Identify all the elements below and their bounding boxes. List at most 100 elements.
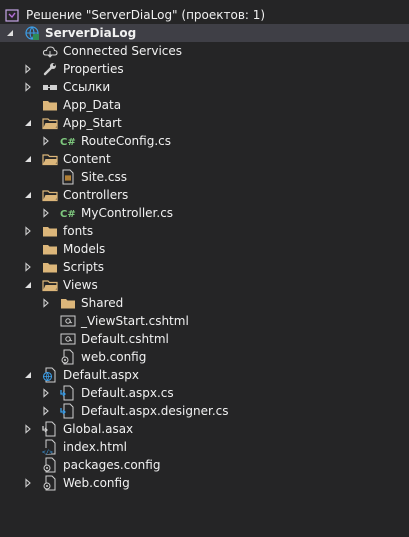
web-project-icon [24,25,40,41]
tree-item-routeconfig[interactable]: C# RouteConfig.cs [0,132,409,150]
node-label: Default.aspx.cs [81,386,174,400]
node-label: Properties [63,62,124,76]
tree-item-solution[interactable]: Решение "ServerDiaLog" (проектов: 1) [0,6,409,24]
references-icon [42,79,58,95]
tree-item-controllers[interactable]: Controllers [0,186,409,204]
tree-item-default-cshtml[interactable]: Default.cshtml [0,330,409,348]
collapsed-chevron-icon[interactable] [39,294,53,312]
project-label: ServerDiaLog [45,26,137,40]
expanded-chevron-icon[interactable] [21,276,35,294]
collapsed-chevron-icon[interactable] [39,384,53,402]
tree-item-app-data[interactable]: App_Data [0,96,409,114]
razor-file-icon [60,331,76,347]
tree-item-viewstart[interactable]: _ViewStart.cshtml [0,312,409,330]
wrench-icon [42,61,58,77]
node-label: App_Start [63,116,122,130]
tree-item-default-aspx-cs[interactable]: Default.aspx.cs [0,384,409,402]
node-label: Default.aspx [63,368,139,382]
svg-text:</>: </> [42,449,53,455]
solution-label: Решение "ServerDiaLog" (проектов: 1) [26,8,266,22]
folder-icon [42,259,58,275]
node-label: Web.config [63,476,130,490]
folder-icon [42,241,58,257]
collapsed-chevron-icon[interactable] [21,60,35,78]
collapsed-chevron-icon[interactable] [21,474,35,492]
node-label: index.html [63,440,127,454]
node-label: Controllers [63,188,129,202]
collapsed-chevron-icon[interactable] [39,132,53,150]
razor-file-icon [60,313,76,329]
tree-item-views-web-config[interactable]: web.config [0,348,409,366]
node-label: Shared [81,296,124,310]
folder-icon [42,277,58,293]
collapsed-chevron-icon[interactable] [21,222,35,240]
cloud-icon [42,43,58,59]
node-label: Ссылки [63,80,111,94]
collapsed-chevron-icon[interactable] [21,258,35,276]
node-label: Site.css [81,170,127,184]
folder-icon [60,295,76,311]
node-label: App_Data [63,98,122,112]
tree-item-references[interactable]: Ссылки [0,78,409,96]
expanded-chevron-icon[interactable] [3,24,17,42]
csharp-file-icon: C# [60,133,76,149]
tree-item-fonts[interactable]: fonts [0,222,409,240]
tree-item-mycontroller[interactable]: C# MyController.cs [0,204,409,222]
tree-item-properties[interactable]: Properties [0,60,409,78]
node-label: Content [63,152,111,166]
expanded-chevron-icon[interactable] [21,114,35,132]
tree-item-packages-config[interactable]: packages.config [0,456,409,474]
config-file-icon [60,349,76,365]
tree-item-site-css[interactable]: Site.css [0,168,409,186]
node-label: packages.config [63,458,161,472]
tree-item-app-start[interactable]: App_Start [0,114,409,132]
code-file-icon [42,421,58,437]
expanded-chevron-icon[interactable] [21,186,35,204]
tree-item-models[interactable]: Models [0,240,409,258]
tree-item-default-aspx-designer[interactable]: Default.aspx.designer.cs [0,402,409,420]
tree-item-views[interactable]: Views [0,276,409,294]
node-label: Scripts [63,260,105,274]
node-label: Default.cshtml [81,332,169,346]
collapsed-chevron-icon[interactable] [21,420,35,438]
tree-item-shared[interactable]: Shared [0,294,409,312]
config-file-icon [42,457,58,473]
css-file-icon [60,169,76,185]
tree-item-project[interactable]: ServerDiaLog [0,24,409,42]
node-label: Views [63,278,98,292]
node-label: Default.aspx.designer.cs [81,404,229,418]
svg-text:C#: C# [60,137,76,148]
html-file-icon: </> [42,439,58,455]
expanded-chevron-icon[interactable] [21,366,35,384]
tree-item-content[interactable]: Content [0,150,409,168]
aspx-file-icon [42,367,58,383]
folder-icon [42,187,58,203]
expanded-chevron-icon[interactable] [21,150,35,168]
solution-icon [4,7,20,23]
folder-icon [42,115,58,131]
csharp-file-icon: C# [60,205,76,221]
collapsed-chevron-icon[interactable] [39,402,53,420]
code-file-icon [60,385,76,401]
config-file-icon [42,475,58,491]
tree-item-global-asax[interactable]: Global.asax [0,420,409,438]
code-file-icon [60,403,76,419]
node-label: web.config [81,350,147,364]
node-label: fonts [63,224,94,238]
collapsed-chevron-icon[interactable] [21,78,35,96]
tree-item-default-aspx[interactable]: Default.aspx [0,366,409,384]
collapsed-chevron-icon[interactable] [39,204,53,222]
node-label: RouteConfig.cs [81,134,171,148]
tree-item-scripts[interactable]: Scripts [0,258,409,276]
svg-text:C#: C# [60,209,76,220]
tree-item-web-config[interactable]: Web.config [0,474,409,492]
node-label: Connected Services [63,44,183,58]
node-label: MyController.cs [81,206,174,220]
folder-icon [42,223,58,239]
tree-item-connected-services[interactable]: Connected Services [0,42,409,60]
tree-item-index-html[interactable]: </> index.html [0,438,409,456]
solution-explorer-tree: Решение "ServerDiaLog" (проектов: 1) Ser… [0,0,409,537]
node-label: _ViewStart.cshtml [81,314,189,328]
node-label: Global.asax [63,422,134,436]
folder-icon [42,151,58,167]
